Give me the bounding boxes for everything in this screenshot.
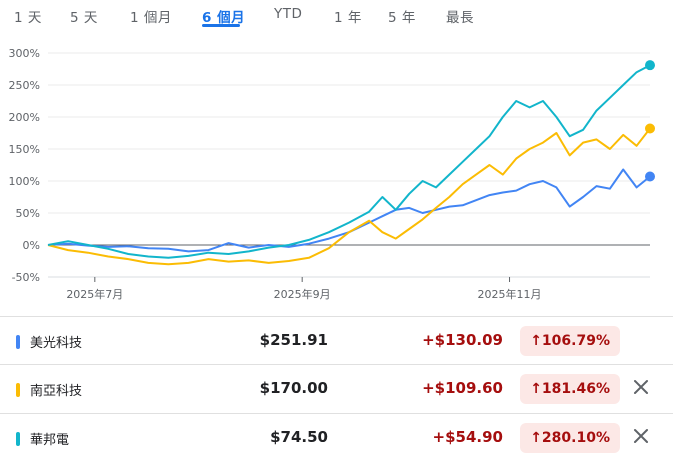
y-tick-label: 50% bbox=[16, 207, 40, 220]
y-tick-label: -50% bbox=[12, 271, 40, 284]
series-end-marker bbox=[645, 60, 655, 71]
y-tick-label: 150% bbox=[9, 143, 40, 156]
series-end-marker bbox=[645, 171, 655, 182]
close-icon[interactable] bbox=[629, 424, 653, 448]
stock-change-percent-badge: ↑106.79% bbox=[520, 326, 620, 356]
tab-1-month[interactable]: 1 個月 bbox=[130, 6, 172, 26]
stock-price: $251.91 bbox=[259, 331, 328, 349]
series-end-marker bbox=[645, 123, 655, 134]
series-line bbox=[47, 64, 651, 259]
stock-change: +$109.60 bbox=[422, 379, 503, 397]
active-tab-indicator bbox=[202, 24, 240, 27]
tab-5-year[interactable]: 5 年 bbox=[388, 6, 416, 26]
stock-row-micron[interactable]: 美光科技 $251.91 +$130.09 ↑106.79% bbox=[0, 316, 673, 365]
stock-change-percent-badge: ↑280.10% bbox=[520, 423, 620, 453]
stock-price: $74.50 bbox=[270, 428, 328, 446]
y-tick-label: 100% bbox=[9, 175, 40, 188]
series-color-swatch bbox=[16, 335, 20, 349]
tab-6-month[interactable]: 6 個月 bbox=[202, 6, 245, 26]
stock-change: +$54.90 bbox=[432, 428, 503, 446]
x-tick-label: 2025年7月 bbox=[66, 287, 123, 301]
tab-1-day[interactable]: 1 天 bbox=[14, 6, 42, 26]
series-color-swatch bbox=[16, 432, 20, 446]
y-tick-label: 300% bbox=[9, 47, 40, 60]
x-tick-label: 2025年9月 bbox=[274, 287, 331, 301]
stock-row-winbond[interactable]: 華邦電 $74.50 +$54.90 ↑280.10% bbox=[0, 413, 673, 462]
stock-price: $170.00 bbox=[259, 379, 328, 397]
tab-5-day[interactable]: 5 天 bbox=[70, 6, 98, 26]
x-tick-label: 2025年11月 bbox=[478, 287, 542, 301]
y-tick-label: 250% bbox=[9, 79, 40, 92]
comparison-chart: -50% 0% 50% 100% 150% 200% 250% 300% 2025年7月 2025… bbox=[9, 47, 655, 301]
stock-row-nanya[interactable]: 南亞科技 $170.00 +$109.60 ↑181.46% bbox=[0, 364, 673, 413]
tab-1-year[interactable]: 1 年 bbox=[334, 6, 362, 26]
y-tick-label: 0% bbox=[23, 239, 40, 252]
series-color-swatch bbox=[16, 383, 20, 397]
stock-change: +$130.09 bbox=[422, 331, 503, 349]
stock-name: 美光科技 bbox=[30, 336, 83, 351]
stock-change-percent-badge: ↑181.46% bbox=[520, 374, 620, 404]
y-tick-label: 200% bbox=[9, 111, 40, 124]
range-tabs: 1 天 5 天 1 個月 6 個月 YTD 1 年 5 年 最長 bbox=[0, 0, 673, 30]
stock-name: 南亞科技 bbox=[30, 384, 83, 399]
series-line bbox=[47, 168, 651, 253]
tab-ytd[interactable]: YTD bbox=[274, 6, 302, 22]
close-icon[interactable] bbox=[629, 375, 653, 399]
tab-max[interactable]: 最長 bbox=[446, 6, 474, 26]
stock-name: 華邦電 bbox=[30, 433, 70, 448]
